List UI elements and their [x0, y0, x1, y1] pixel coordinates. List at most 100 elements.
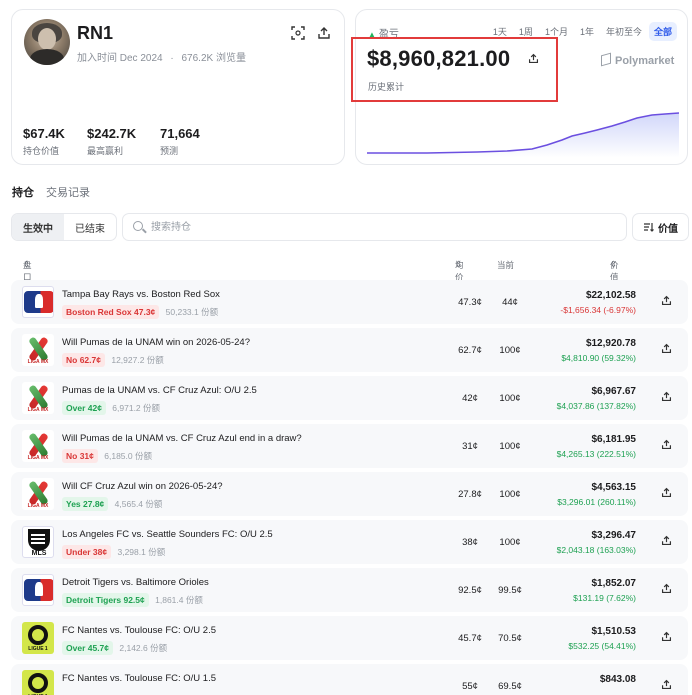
sort-arrows-icon: ⇕: [610, 259, 618, 269]
stat-value: 71,664: [160, 126, 200, 141]
position-info: [62, 689, 66, 695]
stat-predictions: 71,664 预测: [160, 126, 200, 157]
segment-closed[interactable]: 已结束: [64, 214, 116, 240]
table-row[interactable]: LIGA MX Will CF Cruz Azul win on 2026-05…: [11, 472, 688, 516]
tab-activity[interactable]: 交易记录: [46, 184, 90, 200]
position-change: $2,043.18 (163.03%): [556, 545, 636, 555]
share-icon[interactable]: [661, 439, 672, 453]
avg-price: 47.3¢: [458, 297, 482, 308]
section-tabs: 持仓 交易记录: [12, 184, 90, 200]
table-row[interactable]: LIGA MX Will Pumas de la UNAM vs. CF Cru…: [11, 424, 688, 468]
position-value: $3,296.47: [591, 530, 637, 541]
market-title[interactable]: FC Nantes vs. Toulouse FC: O/U 1.5: [62, 673, 216, 684]
profile-meta: 加入时间 Dec 2024 · 676.2K 浏览量: [77, 53, 246, 64]
stat-label: 持仓价值: [23, 146, 60, 156]
position-value: $22,102.58: [585, 290, 636, 301]
highlight-annotation: [351, 37, 558, 102]
current-price: 69.5¢: [498, 681, 522, 692]
market-title[interactable]: Pumas de la UNAM vs. CF Cruz Azul: O/U 2…: [62, 385, 257, 396]
status-segment: 生效中 已结束: [11, 213, 117, 241]
share-icon[interactable]: [661, 631, 672, 645]
tab-positions[interactable]: 持仓: [12, 184, 34, 200]
sort-arrows-icon: ⇕: [455, 259, 463, 269]
search-input[interactable]: [151, 219, 611, 235]
stat-value: $67.4K: [23, 126, 65, 141]
share-icon[interactable]: [661, 487, 672, 501]
range-tab-1y[interactable]: 1年: [575, 22, 599, 41]
polymarket-logo-icon: [601, 52, 611, 67]
stat-position-value: $67.4K 持仓价值: [23, 126, 65, 157]
position-value: $6,181.95: [591, 434, 637, 445]
sort-label: 价值: [658, 223, 678, 235]
sort-button[interactable]: 价值: [632, 213, 689, 241]
range-tab-ytd[interactable]: 年初至今: [601, 22, 647, 41]
market-title[interactable]: Tampa Bay Rays vs. Boston Red Sox: [62, 289, 220, 300]
position-change: $4,265.13 (222.51%): [556, 449, 636, 459]
position-change: $532.25 (54.41%): [568, 641, 636, 651]
share-count: 50,233.1 份额: [165, 307, 219, 317]
market-title[interactable]: Will Pumas de la UNAM win on 2026-05-24?: [62, 337, 250, 348]
market-title[interactable]: Detroit Tigers vs. Baltimore Orioles: [62, 577, 209, 588]
sort-arrows-icon: ⇕: [23, 259, 31, 269]
share-icon[interactable]: [661, 535, 672, 549]
share-icon[interactable]: [661, 583, 672, 597]
position-change: $4,810.90 (59.32%): [561, 353, 636, 363]
segment-active[interactable]: 生效中: [12, 214, 64, 240]
range-tab-all[interactable]: 全部: [648, 22, 677, 41]
stat-label: 最高赢利: [87, 146, 124, 156]
liga-mx-logo-icon: LIGA MX: [22, 430, 54, 462]
position-value: $843.08: [599, 674, 636, 685]
ligue1-logo-icon: LIGUE 1: [22, 670, 54, 695]
view-count: 676.2K 浏览量: [181, 53, 246, 64]
market-title[interactable]: Will Pumas de la UNAM vs. CF Cruz Azul e…: [62, 433, 302, 444]
share-icon[interactable]: [661, 679, 672, 693]
position-change: -$1,656.34 (-6.97%): [560, 305, 636, 315]
pnl-chart: [367, 112, 679, 158]
position-change: $4,037.86 (137.82%): [556, 401, 636, 411]
position-value: $6,967.67: [591, 386, 637, 397]
position-value: $1,510.53: [591, 626, 637, 637]
share-icon[interactable]: [661, 343, 672, 357]
header-current: 当前: [497, 260, 515, 270]
position-change: $131.19 (7.62%): [573, 593, 636, 603]
table-row[interactable]: Tampa Bay Rays vs. Boston Red Sox Boston…: [11, 280, 688, 324]
liga-mx-logo-icon: LIGA MX: [22, 334, 54, 366]
liga-mx-logo-icon: LIGA MX: [22, 478, 54, 510]
joined-date: 加入时间 Dec 2024: [77, 53, 163, 64]
liga-mx-logo-icon: LIGA MX: [22, 382, 54, 414]
table-row[interactable]: Detroit Tigers vs. Baltimore Orioles Det…: [11, 568, 688, 612]
search-icon: [133, 221, 143, 231]
share-icon[interactable]: [661, 391, 672, 405]
outcome-badge: Boston Red Sox 47.3¢: [62, 305, 160, 319]
profile-card: RN1 加入时间 Dec 2024 · 676.2K 浏览量 $67.4K 持仓…: [11, 9, 345, 165]
mls-logo-icon: MLS: [22, 526, 54, 558]
position-value: $4,563.15: [591, 482, 637, 493]
stat-value: $242.7K: [87, 126, 137, 141]
market-title[interactable]: FC Nantes vs. Toulouse FC: O/U 2.5: [62, 625, 216, 636]
stat-biggest-win: $242.7K 最高赢利: [87, 126, 136, 157]
current-price: 44¢: [502, 297, 518, 308]
table-row[interactable]: MLS Los Angeles FC vs. Seattle Sounders …: [11, 520, 688, 564]
stat-label: 预测: [160, 146, 179, 156]
username: RN1: [77, 23, 114, 43]
position-change: $3,296.01 (260.11%): [557, 497, 636, 507]
search-box: [122, 213, 627, 241]
polymarket-brand: Polymarket: [601, 52, 674, 67]
position-value: $12,920.78: [585, 338, 636, 349]
sort-icon: [644, 223, 654, 232]
position-value: $1,852.07: [591, 578, 637, 589]
scan-icon[interactable]: [290, 26, 306, 42]
mlb-logo-icon: [22, 286, 54, 318]
table-row[interactable]: LIGUE 1 FC Nantes vs. Toulouse FC: O/U 2…: [11, 616, 688, 660]
avatar[interactable]: [24, 19, 70, 65]
share-icon[interactable]: [661, 295, 672, 309]
avg-price: 55¢: [462, 681, 478, 692]
share-icon[interactable]: [316, 26, 332, 42]
market-title[interactable]: Will CF Cruz Azul win on 2026-05-24?: [62, 481, 223, 492]
ligue1-logo-icon: LIGUE 1: [22, 622, 54, 654]
mlb-logo-icon: [22, 574, 54, 606]
table-row[interactable]: LIGA MX Will Pumas de la UNAM win on 202…: [11, 328, 688, 372]
table-row[interactable]: LIGA MX Pumas de la UNAM vs. CF Cruz Azu…: [11, 376, 688, 420]
market-title[interactable]: Los Angeles FC vs. Seattle Sounders FC: …: [62, 529, 273, 540]
table-row[interactable]: LIGUE 1 FC Nantes vs. Toulouse FC: O/U 1…: [11, 664, 688, 695]
